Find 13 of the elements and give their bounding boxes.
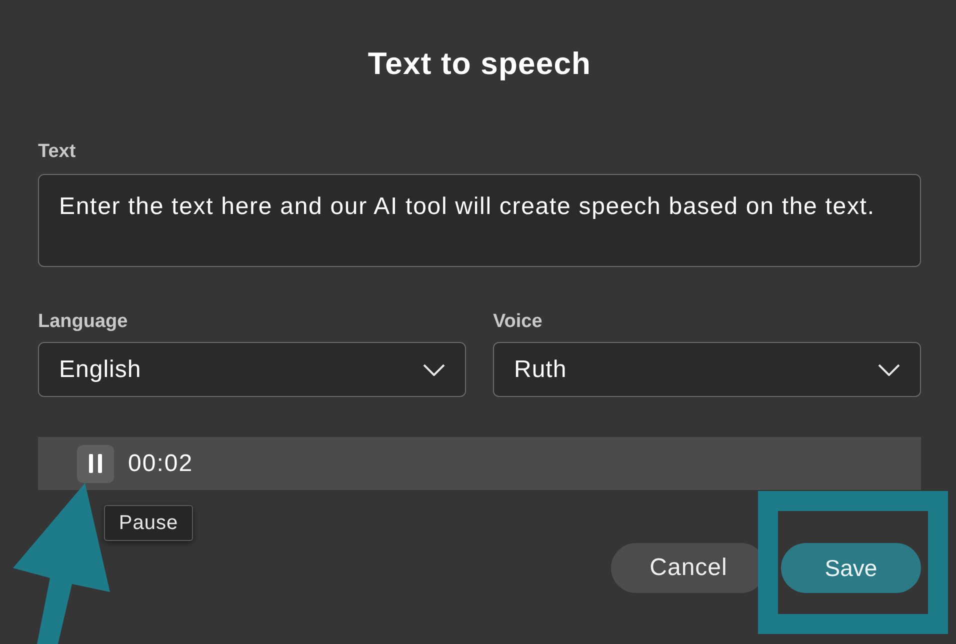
chevron-down-icon <box>423 364 445 376</box>
chevron-down-icon <box>878 364 900 376</box>
playback-time: 00:02 <box>128 448 194 478</box>
dropdown-select[interactable]: English <box>38 342 466 397</box>
dropdown-select[interactable]: Ruth <box>493 342 921 397</box>
pause-button[interactable] <box>77 444 114 482</box>
field-label: Text <box>38 141 76 163</box>
dialog-title: Text to speech <box>368 45 592 83</box>
tooltip: Pause <box>104 505 193 541</box>
save-button[interactable]: Save <box>781 543 921 593</box>
field-label: Language <box>38 311 128 333</box>
text-input-field[interactable]: Enter the text here and our AI tool will create speech based on the text. <box>38 174 921 267</box>
field-label: Voice <box>493 311 542 333</box>
